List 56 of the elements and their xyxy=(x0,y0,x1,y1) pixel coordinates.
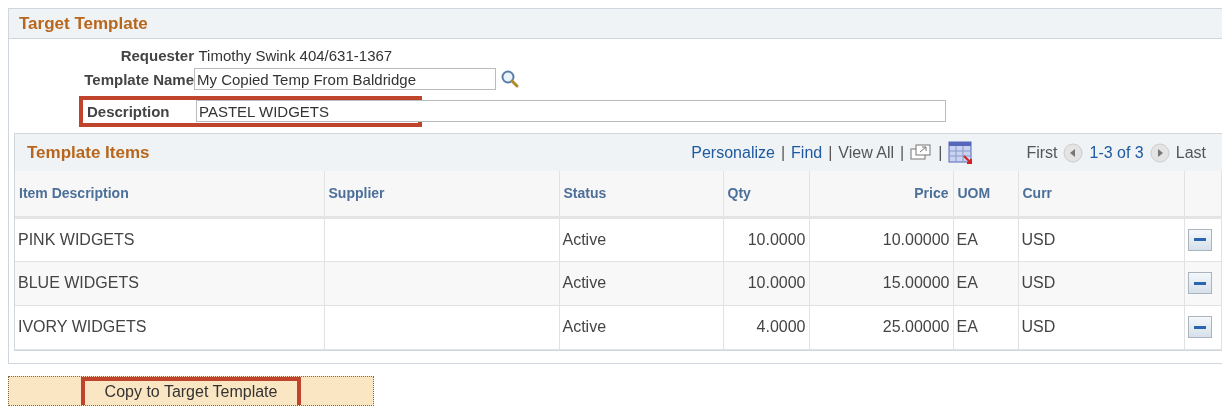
column-header[interactable]: Qty xyxy=(723,171,809,217)
table-cell: USD xyxy=(1018,217,1184,261)
column-header[interactable]: Supplier xyxy=(324,171,559,217)
last-label: Last xyxy=(1175,143,1206,162)
copy-button[interactable]: Copy to Target Template xyxy=(8,375,374,406)
table-cell: 25.00000 xyxy=(809,305,953,349)
table-cell: 10.00000 xyxy=(809,217,953,261)
table-cell: 10.0000 xyxy=(723,261,809,305)
section-title: Target Template xyxy=(19,13,148,34)
table-cell: IVORY WIDGETS xyxy=(15,305,324,349)
requester-value: Timothy Swink 404/631-1367 xyxy=(198,46,393,64)
column-header[interactable]: Item Description xyxy=(15,171,324,217)
grid-title: Template Items xyxy=(27,142,151,163)
previous-icon[interactable] xyxy=(1063,142,1084,163)
separator: | xyxy=(938,143,943,162)
field-label: Template Name xyxy=(83,70,194,88)
minus-icon xyxy=(1193,238,1206,241)
delete-row-button[interactable] xyxy=(1187,316,1212,338)
toolbar-link[interactable]: Personalize xyxy=(691,143,775,162)
table-cell: 4.0000 xyxy=(723,305,809,349)
delete-row-button[interactable] xyxy=(1187,228,1212,251)
table-cell: 15.00000 xyxy=(809,261,953,305)
table-cell: PINK WIDGETS xyxy=(15,217,324,261)
minus-icon xyxy=(1193,281,1206,285)
first-label: First xyxy=(1026,143,1058,162)
toolbar-link[interactable]: Find xyxy=(791,143,823,162)
table-cell: EA xyxy=(953,217,1018,261)
highlight-box: Copy to Target Template xyxy=(80,376,302,405)
table-cell: USD xyxy=(1018,305,1184,349)
table-cell: USD xyxy=(1018,261,1184,305)
page-range-link[interactable]: 1-3 of 3 xyxy=(1089,143,1144,162)
toolbar-link[interactable]: View All xyxy=(838,143,895,162)
search-icon[interactable] xyxy=(500,69,520,89)
table-cell: Active xyxy=(559,261,723,305)
column-header[interactable]: Price xyxy=(809,171,953,217)
description-field[interactable]: PASTEL WIDGETS xyxy=(196,100,946,122)
next-icon[interactable] xyxy=(1149,142,1170,163)
column-header[interactable]: Curr xyxy=(1018,171,1184,217)
delete-row-button[interactable] xyxy=(1187,272,1212,294)
separator: | xyxy=(780,143,786,162)
table-cell: Active xyxy=(559,217,723,261)
table-cell: EA xyxy=(953,305,1018,349)
table-cell: EA xyxy=(953,261,1018,305)
new-window-icon[interactable] xyxy=(910,143,933,162)
column-header[interactable]: UOM xyxy=(953,171,1018,217)
template-name-field[interactable]: My Copied Temp From Baldridge xyxy=(194,68,496,90)
spreadsheet-icon[interactable] xyxy=(948,140,975,165)
table-cell: 10.0000 xyxy=(723,217,809,261)
separator: | xyxy=(828,143,833,162)
minus-icon xyxy=(1193,325,1206,329)
table-cell: BLUE WIDGETS xyxy=(15,261,324,305)
table-cell: Active xyxy=(559,305,723,349)
separator: | xyxy=(900,143,905,162)
column-header[interactable]: Status xyxy=(559,171,723,217)
field-label: Description xyxy=(87,102,170,120)
field-label: Requester xyxy=(119,46,194,64)
